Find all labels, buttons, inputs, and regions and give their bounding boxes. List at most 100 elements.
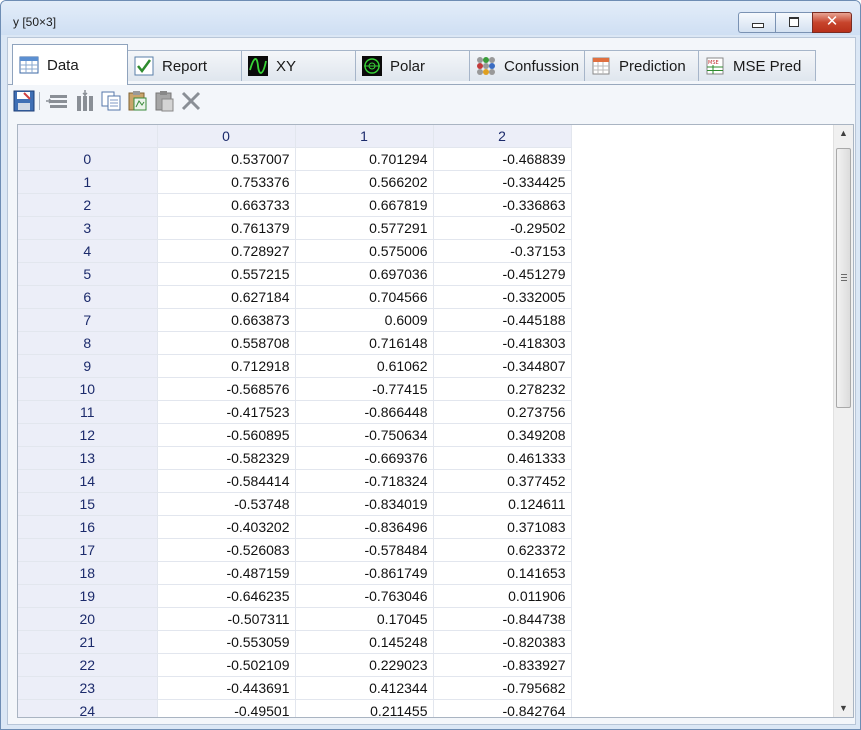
row-header[interactable]: 12 xyxy=(18,423,158,447)
table-cell[interactable]: 0.728927 xyxy=(157,239,296,263)
scroll-up-icon[interactable]: ▲ xyxy=(834,125,853,142)
table-cell[interactable]: 0.6009 xyxy=(295,308,434,332)
corner-cell[interactable] xyxy=(18,125,158,148)
row-header[interactable]: 3 xyxy=(18,216,158,240)
column-header[interactable]: 2 xyxy=(433,125,572,148)
tab-prediction[interactable]: Prediction xyxy=(584,50,699,81)
table-row[interactable]: 13 -0.582329 -0.669376 0.461333 xyxy=(18,446,572,470)
table-cell[interactable]: 0.349208 xyxy=(433,423,572,447)
table-cell[interactable]: -0.584414 xyxy=(157,469,296,493)
table-row[interactable]: 2 0.663733 0.667819 -0.336863 xyxy=(18,193,572,217)
table-cell[interactable]: 0.697036 xyxy=(295,262,434,286)
table-cell[interactable]: 0.558708 xyxy=(157,331,296,355)
table-cell[interactable]: -0.820383 xyxy=(433,630,572,654)
row-header[interactable]: 5 xyxy=(18,262,158,286)
table-cell[interactable]: -0.37153 xyxy=(433,239,572,263)
table-cell[interactable]: 0.537007 xyxy=(157,147,296,171)
table-cell[interactable]: -0.443691 xyxy=(157,676,296,700)
table-row[interactable]: 19 -0.646235 -0.763046 0.011906 xyxy=(18,584,572,608)
table-cell[interactable]: -0.77415 xyxy=(295,377,434,401)
table-cell[interactable]: -0.861749 xyxy=(295,561,434,585)
table-cell[interactable]: 0.704566 xyxy=(295,285,434,309)
close-button[interactable]: ✕ xyxy=(812,12,852,33)
table-cell[interactable]: -0.53748 xyxy=(157,492,296,516)
table-cell[interactable]: -0.578484 xyxy=(295,538,434,562)
table-cell[interactable]: 0.229023 xyxy=(295,653,434,677)
table-cell[interactable]: -0.834019 xyxy=(295,492,434,516)
table-cell[interactable]: 0.124611 xyxy=(433,492,572,516)
table-cell[interactable]: 0.461333 xyxy=(433,446,572,470)
row-header[interactable]: 11 xyxy=(18,400,158,424)
table-cell[interactable]: -0.553059 xyxy=(157,630,296,654)
table-row[interactable]: 24 -0.49501 0.211455 -0.842764 xyxy=(18,699,572,717)
tab-polar[interactable]: Polar xyxy=(355,50,470,81)
table-cell[interactable]: -0.844738 xyxy=(433,607,572,631)
table-cell[interactable]: -0.866448 xyxy=(295,400,434,424)
tab-confussion[interactable]: Confussion xyxy=(469,50,585,81)
table-cell[interactable]: -0.842764 xyxy=(433,699,572,717)
row-header[interactable]: 19 xyxy=(18,584,158,608)
table-row[interactable]: 9 0.712918 0.61062 -0.344807 xyxy=(18,354,572,378)
row-header[interactable]: 20 xyxy=(18,607,158,631)
table-cell[interactable]: 0.278232 xyxy=(433,377,572,401)
table-cell[interactable]: -0.507311 xyxy=(157,607,296,631)
table-cell[interactable]: -0.646235 xyxy=(157,584,296,608)
table-cell[interactable]: -0.445188 xyxy=(433,308,572,332)
row-header[interactable]: 1 xyxy=(18,170,158,194)
row-header[interactable]: 9 xyxy=(18,354,158,378)
table-cell[interactable]: 0.577291 xyxy=(295,216,434,240)
table-row[interactable]: 1 0.753376 0.566202 -0.334425 xyxy=(18,170,572,194)
row-header[interactable]: 24 xyxy=(18,699,158,717)
row-header[interactable]: 17 xyxy=(18,538,158,562)
table-cell[interactable]: 0.716148 xyxy=(295,331,434,355)
tab-xy[interactable]: XY xyxy=(241,50,356,81)
table-cell[interactable]: -0.49501 xyxy=(157,699,296,717)
insert-column-icon[interactable] xyxy=(74,90,96,112)
table-row[interactable]: 20 -0.507311 0.17045 -0.844738 xyxy=(18,607,572,631)
minimize-button[interactable] xyxy=(738,12,775,33)
table-row[interactable]: 23 -0.443691 0.412344 -0.795682 xyxy=(18,676,572,700)
tab-data[interactable]: Data xyxy=(12,44,128,85)
scroll-thumb[interactable] xyxy=(836,148,851,408)
table-cell[interactable]: -0.336863 xyxy=(433,193,572,217)
table-row[interactable]: 18 -0.487159 -0.861749 0.141653 xyxy=(18,561,572,585)
row-header[interactable]: 2 xyxy=(18,193,158,217)
table-cell[interactable]: -0.403202 xyxy=(157,515,296,539)
table-cell[interactable]: -0.418303 xyxy=(433,331,572,355)
table-row[interactable]: 4 0.728927 0.575006 -0.37153 xyxy=(18,239,572,263)
column-header[interactable]: 1 xyxy=(295,125,434,148)
table-cell[interactable]: 0.753376 xyxy=(157,170,296,194)
table-cell[interactable]: 0.61062 xyxy=(295,354,434,378)
table-row[interactable]: 0 0.537007 0.701294 -0.468839 xyxy=(18,147,572,171)
table-cell[interactable]: -0.582329 xyxy=(157,446,296,470)
table-cell[interactable]: 0.211455 xyxy=(295,699,434,717)
table-cell[interactable]: 0.011906 xyxy=(433,584,572,608)
row-header[interactable]: 6 xyxy=(18,285,158,309)
table-row[interactable]: 5 0.557215 0.697036 -0.451279 xyxy=(18,262,572,286)
table-cell[interactable]: -0.334425 xyxy=(433,170,572,194)
tab-report[interactable]: Report xyxy=(127,50,242,81)
table-cell[interactable]: 0.663733 xyxy=(157,193,296,217)
table-cell[interactable]: 0.557215 xyxy=(157,262,296,286)
table-row[interactable]: 17 -0.526083 -0.578484 0.623372 xyxy=(18,538,572,562)
table-row[interactable]: 3 0.761379 0.577291 -0.29502 xyxy=(18,216,572,240)
table-cell[interactable]: -0.417523 xyxy=(157,400,296,424)
row-header[interactable]: 23 xyxy=(18,676,158,700)
row-header[interactable]: 18 xyxy=(18,561,158,585)
table-row[interactable]: 10 -0.568576 -0.77415 0.278232 xyxy=(18,377,572,401)
table-cell[interactable]: 0.371083 xyxy=(433,515,572,539)
table-cell[interactable]: 0.17045 xyxy=(295,607,434,631)
table-row[interactable]: 12 -0.560895 -0.750634 0.349208 xyxy=(18,423,572,447)
table-cell[interactable]: 0.566202 xyxy=(295,170,434,194)
table-row[interactable]: 11 -0.417523 -0.866448 0.273756 xyxy=(18,400,572,424)
scroll-down-icon[interactable]: ▼ xyxy=(834,700,853,717)
column-header[interactable]: 0 xyxy=(157,125,296,148)
row-header[interactable]: 16 xyxy=(18,515,158,539)
table-cell[interactable]: 0.145248 xyxy=(295,630,434,654)
table-cell[interactable]: -0.468839 xyxy=(433,147,572,171)
table-cell[interactable]: -0.451279 xyxy=(433,262,572,286)
table-cell[interactable]: -0.29502 xyxy=(433,216,572,240)
table-cell[interactable]: -0.833927 xyxy=(433,653,572,677)
table-cell[interactable]: 0.627184 xyxy=(157,285,296,309)
insert-row-icon[interactable] xyxy=(46,90,68,112)
